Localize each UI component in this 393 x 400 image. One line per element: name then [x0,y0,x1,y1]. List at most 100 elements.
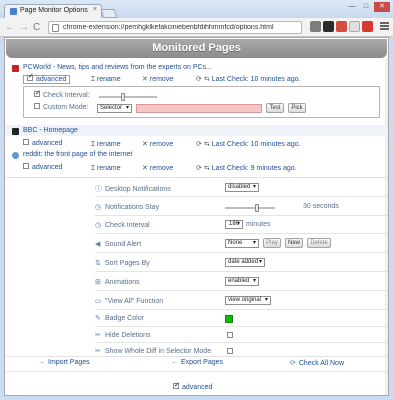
options-page: Monitored Pages PCWorld - News, tips and… [4,37,389,396]
sound-alert-select[interactable]: None [225,239,259,248]
diff-icon: ✂ [95,348,101,355]
clock-icon: ◷ [95,204,102,211]
custom-mode-row: Custom Mode: [34,103,89,111]
minimize-button[interactable]: — [346,2,358,12]
forward-arrow-icon[interactable]: → [19,22,29,33]
reload-icon[interactable]: C [33,22,40,33]
notifications-stay-label: ◷ Notifications Stay [95,204,160,211]
page-title-reddit[interactable]: reddit: the front page of the internet [23,151,132,158]
desktop-notifications-select[interactable]: disabled [225,183,259,192]
global-advanced-checkbox[interactable] [173,381,180,390]
tab-page-monitor-options[interactable]: Page Monitor Options × [4,4,102,18]
extension-icon-2[interactable] [323,21,334,32]
check-now-icon[interactable]: ⟳ [196,76,202,83]
last-check-button[interactable]: ⟳ ⇆ Last Check: 9 minutes ago. [196,164,297,172]
selector-input[interactable] [136,104,262,113]
test-button[interactable]: Test [266,103,284,113]
global-advanced-label: advanced [182,384,213,391]
check-interval-checkbox[interactable] [34,89,41,98]
remove-button[interactable]: ✕ remove [142,75,173,83]
section-divider [6,356,388,357]
new-tab-button[interactable] [100,9,118,18]
advanced-toggle[interactable]: advanced [23,73,71,84]
rename-button[interactable]: Ɪrename [91,75,121,84]
hide-deletions-checkbox[interactable] [227,332,233,338]
badge-color-label: ✎ Badge Color [95,315,144,322]
custom-mode-checkbox[interactable] [34,103,40,110]
clock-icon: ◷ [95,222,102,229]
scrollbar[interactable] [385,58,388,395]
check-interval-setting-label: ◷ Check Interval [95,222,150,229]
row-divider [95,252,388,253]
badge-color-swatch[interactable] [225,315,233,323]
extension-icon-3[interactable] [336,21,347,32]
rename-label: rename [96,141,121,148]
section-divider [6,177,388,178]
export-pages-button[interactable]: ← Export Pages [171,359,223,366]
back-arrow-icon[interactable]: ← [5,22,15,33]
bbc-favicon-icon [12,128,19,135]
speaker-icon: ◀ [95,241,101,248]
refresh-icon: ⟳ [290,360,296,367]
close-window-button[interactable]: ✕ [374,2,390,12]
check-now-icon[interactable]: ⟳ [196,165,202,172]
export-pages-label: Export Pages [181,359,224,366]
delete-sound-button[interactable]: Delete [307,238,331,248]
advanced-toggle[interactable]: advanced [23,163,62,171]
remove-label: remove [149,76,174,83]
extension-icon-1[interactable] [310,21,321,32]
new-sound-button[interactable]: New [285,238,303,248]
tab-title: Page Monitor Options [20,7,88,14]
import-pages-button[interactable]: → Import Pages [38,359,90,366]
row-divider [95,290,388,291]
pick-button[interactable]: Pick [288,103,306,113]
mode-select[interactable]: Selector [97,104,132,113]
remove-icon: ✕ [142,76,148,83]
rename-button[interactable]: Ɪrename [91,140,121,149]
remove-button[interactable]: ✕ remove [142,164,173,172]
slider-thumb[interactable] [121,93,125,101]
animations-select[interactable]: enabled [225,277,259,286]
page-title-pcworld[interactable]: PCWorld - News, tips and reviews from th… [23,64,212,71]
advanced-toggle[interactable]: advanced [23,139,63,147]
reddit-favicon-icon [12,152,19,159]
row-divider [95,309,388,310]
check-now-icon[interactable]: ⟳ [196,141,202,148]
last-check-button[interactable]: ⟳ ⇆ Last Check: 10 minutes ago. [196,140,300,148]
extension-icon-5[interactable] [362,21,373,32]
maximize-button[interactable]: □ [360,2,372,12]
slider-thumb[interactable] [255,204,259,212]
last-check-button[interactable]: ⟳ ⇆ Last Check: 10 minutes ago. [196,75,300,83]
address-bar[interactable]: chrome-extension://pemhgklkefakciniebenb… [48,21,302,34]
row-divider [95,271,388,272]
global-advanced-toggle[interactable]: advanced [173,381,213,391]
tab-close-icon[interactable]: × [93,6,97,13]
extension-icon-4[interactable] [349,21,360,32]
row-divider [95,233,388,234]
animation-icon: ⊞ [95,279,101,286]
check-all-now-button[interactable]: ⟳ Check All Now [290,359,344,367]
check-interval-label: Check Interval: [43,92,90,99]
row-divider [95,342,388,343]
notifications-stay-slider[interactable] [225,204,275,212]
sort-pages-select[interactable]: date added [225,258,265,267]
check-interval-slider[interactable] [99,93,157,101]
advanced-checkbox[interactable] [27,73,34,82]
import-icon: → [38,359,45,366]
view-all-select[interactable]: view original [225,296,271,305]
show-whole-diff-checkbox[interactable] [227,348,233,354]
row-divider [95,215,388,216]
section-divider [6,371,388,372]
page-title-bbc[interactable]: BBC - Homepage [23,127,78,134]
check-interval-input[interactable]: 180 [225,220,243,229]
chrome-menu-icon[interactable] [380,21,389,32]
remove-icon: ✕ [142,165,148,172]
animations-label: ⊞ Animations [95,279,140,286]
advanced-checkbox[interactable] [23,139,29,146]
play-button[interactable]: Play [263,238,281,248]
remove-button[interactable]: ✕ remove [142,140,173,148]
advanced-checkbox[interactable] [23,163,29,170]
rename-button[interactable]: Ɪrename [91,164,121,173]
advanced-label: advanced [32,140,63,147]
desktop-notifications-label: ⓘ Desktop Notifications [95,186,171,193]
